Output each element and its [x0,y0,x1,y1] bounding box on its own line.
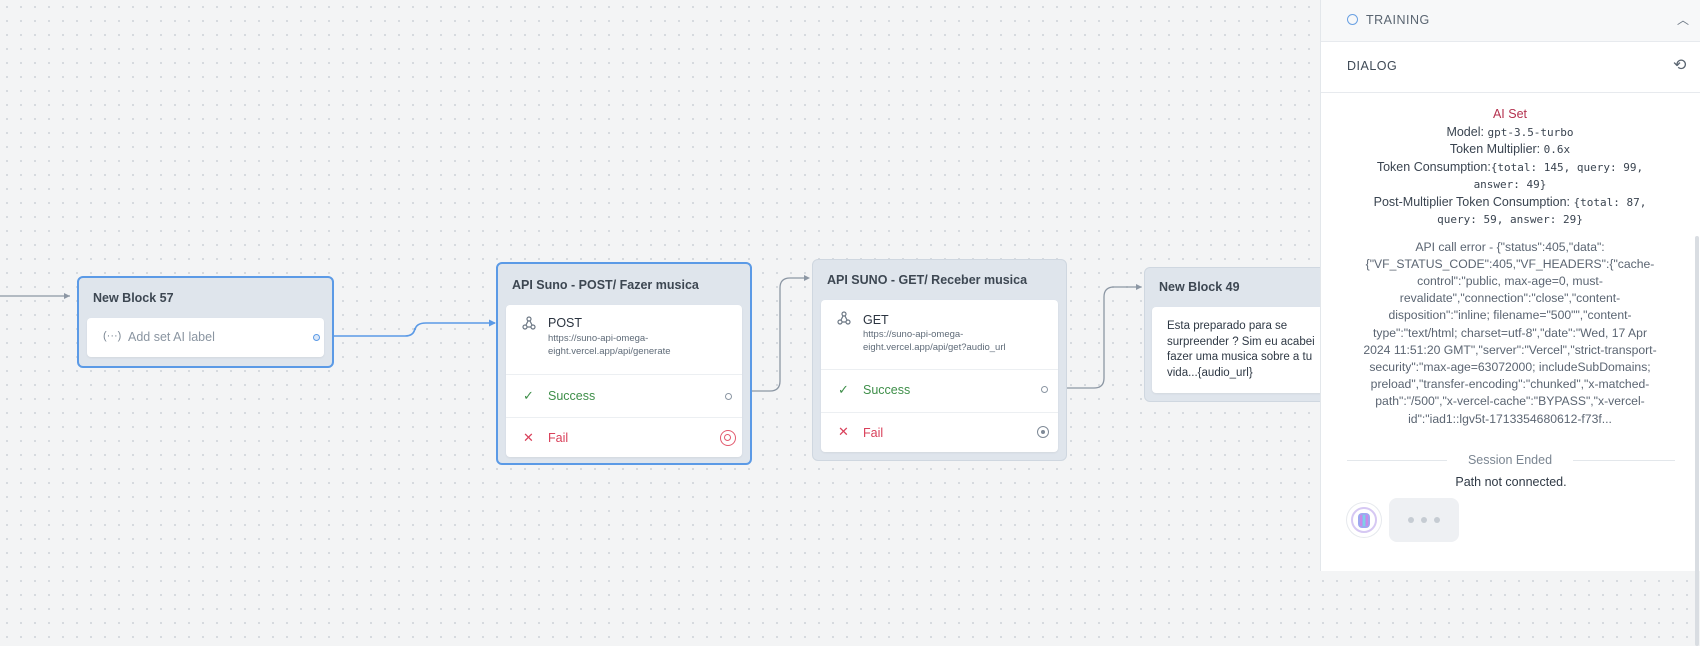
multiplier-value: 0.6x [1543,143,1571,156]
http-method: POST [548,316,583,330]
error-line: type":"text/html; charset=utf-8","date":… [1372,325,1647,340]
reset-icon[interactable]: ⟲ [1673,55,1686,75]
close-icon: ✕ [523,430,534,445]
output-port[interactable] [313,334,320,341]
check-icon: ✓ [838,382,849,397]
ai-set-title: AI Set [1492,107,1528,121]
api-step-post[interactable]: POST https://suno-api-omega- eight.verce… [506,305,742,457]
text-line: Esta preparado para se [1167,320,1288,332]
post-multiplier-line: Post-Multiplier Token Consumption: {tota… [1345,194,1675,212]
fail-path-label: Fail [548,431,569,445]
circle-icon [1347,14,1358,25]
prototype-panel: TRAINING ︿ DIALOG ⟲ AI Set Model: gpt-3.… [1320,0,1700,646]
path-not-connected: Path not connected. [1455,475,1567,489]
arrowhead [804,275,810,281]
api-url: eight.vercel.app/api/get?audio_url [863,342,1006,353]
typing-indicator [1389,498,1459,542]
session-ended-label: Session Ended [1467,453,1553,467]
block-api-get[interactable]: API SUNO - GET/ Receber musica GET https… [812,259,1067,461]
post-multiplier-value: {total: 87, [1573,195,1647,209]
consumption-line: Token Consumption:{total: 145, query: 99… [1345,159,1675,177]
success-port[interactable] [725,393,732,400]
multiplier-label: Token Multiplier: [1449,142,1541,156]
api-step-get[interactable]: GET https://suno-api-omega- eight.vercel… [821,300,1058,452]
consumption-label: Token Consumption: [1376,159,1491,174]
success-path-label: Success [863,383,911,397]
api-error-message: API call error - {"status":405,"data": {… [1345,239,1675,428]
fail-path-label: Fail [863,426,884,440]
text-line: vida...{audio_url} [1167,366,1253,379]
dialog-header: DIALOG ⟲ [1321,41,1700,93]
connection-57-to-post [309,322,495,337]
error-line: 2024 11:51:20 GMT","server":"Vercel","st… [1363,342,1657,357]
post-multiplier-value: query: 59, answer: 29} [1437,213,1583,226]
http-method: GET [863,313,889,327]
arrowhead [64,293,70,299]
model-value: gpt-3.5-turbo [1487,125,1574,139]
success-path-label: Success [548,389,596,403]
error-line: revalidate","connection":"close","conten… [1399,291,1621,306]
scrollbar[interactable] [1694,96,1700,646]
training-label: TRAINING [1366,13,1430,27]
assistant-avatar [1347,503,1381,537]
post-multiplier-label: Post-Multiplier Token Consumption: [1373,194,1571,209]
success-port[interactable] [1041,386,1048,393]
text-line: fazer uma musica sobre a tu [1167,351,1313,363]
api-url: https://suno-api-omega- [863,329,964,340]
divider [1347,460,1447,461]
error-line: disposition":"inline; filename="500"","c… [1388,308,1632,323]
flow-canvas[interactable]: New Block 57 (···) Add set AI label API … [0,0,1352,571]
error-line: {"VF_STATUS_CODE":405,"VF_HEADERS":{"cac… [1365,256,1655,271]
block-title: API Suno - POST/ Fazer musica [512,278,699,292]
api-url: eight.vercel.app/api/generate [548,346,671,357]
divider [1573,460,1675,461]
training-header[interactable]: TRAINING ︿ [1321,0,1700,42]
multiplier-line: Token Multiplier: 0.6x [1345,141,1675,159]
set-ai-step[interactable]: (···) Add set AI label [87,318,324,357]
error-line: API call error - {"status":405,"data": [1415,239,1605,254]
arrowhead [489,319,496,327]
consumption-value: answer: 49} [1473,178,1547,191]
block-title: New Block 57 [93,291,174,305]
block-api-post[interactable]: API Suno - POST/ Fazer musica POST https… [496,262,752,465]
dialog-transcript: AI Set Model: gpt-3.5-turbo Token Multip… [1345,106,1675,428]
model-line: Model: gpt-3.5-turbo [1345,124,1675,142]
error-line: preload","transfer-encoding":"chunked","… [1370,377,1650,392]
arrowhead [1136,284,1142,290]
fail-port[interactable] [1037,426,1049,438]
error-line: path":"/500","x-vercel-cache":"BYPASS","… [1375,394,1645,409]
consumption-value: {total: 145, query: 99, [1490,160,1644,174]
dialog-label: DIALOG [1347,59,1398,73]
block-title: API SUNO - GET/ Receber musica [827,273,1028,287]
block-new-block-57[interactable]: New Block 57 (···) Add set AI label [77,276,334,368]
webhook-icon [522,316,536,333]
block-new-block-49[interactable]: New Block 49 Esta preparado para se surp… [1144,267,1352,402]
model-label: Model: [1446,124,1484,139]
error-line: control":"public, max-age=0, must- [1417,273,1603,288]
chevron-up-icon[interactable]: ︿ [1677,11,1689,28]
braces-icon: (···) [103,330,122,342]
scrollbar-thumb[interactable] [1695,236,1699,646]
error-line: security":"max-age=63072000; includeSubD… [1369,359,1651,374]
close-icon: ✕ [838,424,849,439]
fail-port-target[interactable] [720,430,736,446]
text-line: surpreender ? Sim eu acabei [1167,335,1315,348]
api-url: https://suno-api-omega- [548,333,649,344]
set-ai-label: Add set AI label [128,330,215,344]
error-line: id":"iad1::lgv5t-1713354680612-f73f... [1408,411,1612,426]
check-icon: ✓ [523,388,534,403]
webhook-icon [837,311,851,328]
block-title: New Block 49 [1159,280,1240,294]
